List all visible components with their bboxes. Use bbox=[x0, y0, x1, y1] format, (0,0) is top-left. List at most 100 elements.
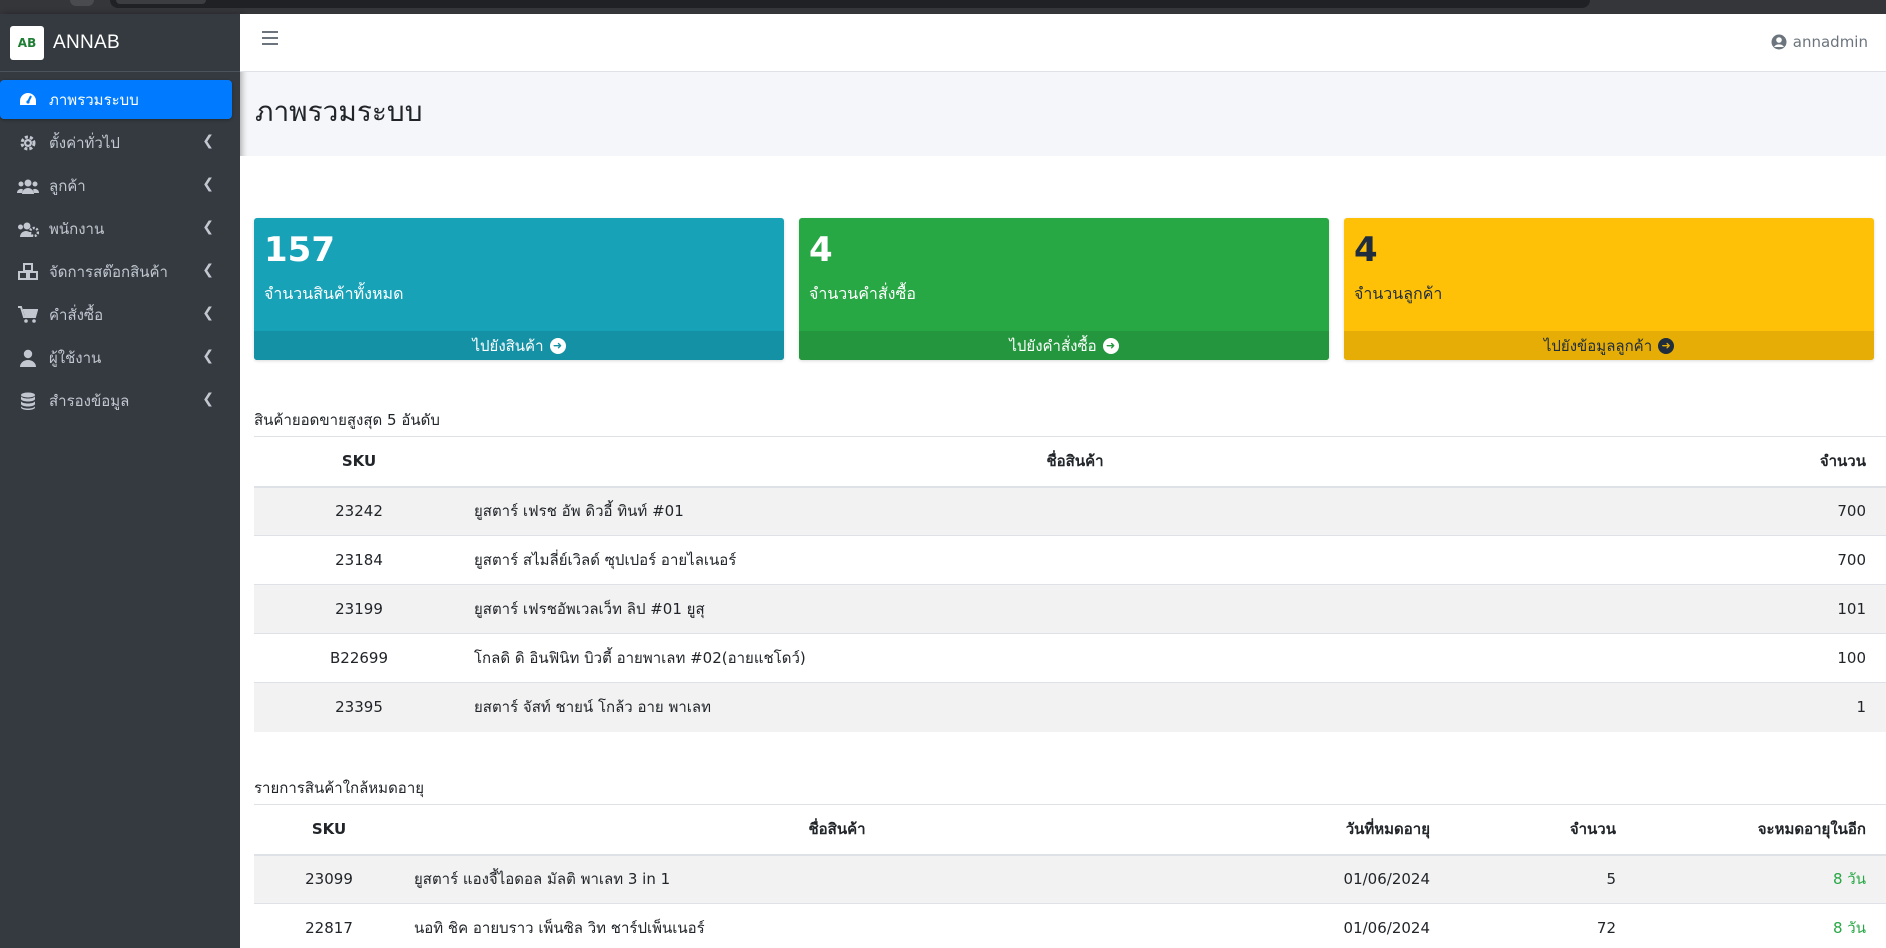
sidebar-item-dashboard[interactable]: ภาพรวมระบบ bbox=[0, 80, 232, 119]
dashboard-icon bbox=[16, 90, 40, 110]
table-row: 23199 ยูสตาร์ เฟรชอัพเวลเว็ท ลิป #01 ยูส… bbox=[254, 584, 1886, 634]
stat-box-orders: 4 จำนวนคำสั่งซื้อ ไปยังคำสั่งซื้อ ➜ bbox=[799, 218, 1329, 360]
table-header-row: SKU ชื่อสินค้า จำนวน bbox=[254, 436, 1886, 488]
sidebar-item-settings[interactable]: ตั้งค่าทั่วไป ❮ bbox=[0, 123, 232, 162]
page-title: ภาพรวมระบบ bbox=[255, 95, 423, 128]
column-header: จำนวน bbox=[1450, 804, 1636, 856]
cell-sku: 22817 bbox=[254, 903, 404, 948]
cell-qty: 700 bbox=[1686, 486, 1886, 536]
table-row: B22699 โกลดิ ดิ อินฟินิท บิวตี้ อายพาเลท… bbox=[254, 633, 1886, 683]
chevron-left-icon: ❮ bbox=[202, 305, 214, 321]
stat-link-products[interactable]: ไปยังสินค้า ➜ bbox=[254, 331, 784, 360]
browser-topbar bbox=[0, 0, 1886, 14]
top-sellers-title: สินค้ายอดขายสูงสุด 5 อันดับ bbox=[254, 411, 440, 429]
user-circle-icon bbox=[1771, 34, 1787, 50]
stat-value: 157 bbox=[264, 230, 335, 270]
cell-sku: 23099 bbox=[254, 854, 404, 904]
main-header: annadmin bbox=[240, 14, 1886, 72]
stat-label: จำนวนคำสั่งซื้อ bbox=[809, 284, 916, 303]
column-header: วันที่หมดอายุ bbox=[1270, 804, 1450, 856]
user-menu[interactable]: annadmin bbox=[1771, 33, 1868, 51]
stat-link-label: ไปยังคำสั่งซื้อ bbox=[1009, 336, 1097, 355]
sidebar-item-orders[interactable]: คำสั่งซื้อ ❮ bbox=[0, 295, 232, 334]
cell-sku: 23199 bbox=[254, 584, 464, 634]
brand-link[interactable]: AB ANNAB bbox=[0, 14, 240, 72]
stat-value: 4 bbox=[809, 230, 833, 270]
cell-remaining: 8 วัน bbox=[1636, 903, 1886, 948]
cubes-icon bbox=[16, 262, 40, 282]
sidebar-nav: ภาพรวมระบบ ตั้งค่าทั่วไป ❮ ลูกค้า ❮ พนัก… bbox=[0, 72, 240, 420]
users-icon bbox=[16, 176, 40, 196]
cell-date: 01/06/2024 bbox=[1270, 854, 1450, 904]
cell-name: ยูสตาร์ แองจี้ไอดอล มัลติ พาเลท 3 in 1 bbox=[404, 854, 1270, 904]
column-header: ชื่อสินค้า bbox=[464, 436, 1686, 488]
cart-icon bbox=[16, 305, 40, 325]
stat-label: จำนวนลูกค้า bbox=[1354, 284, 1443, 303]
column-header: SKU bbox=[254, 804, 404, 856]
brand-name: ANNAB bbox=[53, 31, 120, 53]
database-icon bbox=[16, 391, 40, 411]
brand-logo: AB bbox=[10, 25, 44, 60]
chevron-left-icon: ❮ bbox=[202, 219, 214, 235]
column-header: จำนวน bbox=[1686, 436, 1886, 488]
table-row: 23184 ยูสตาร์ สไมลี่ย์เวิลด์ ซุปเปอร์ อา… bbox=[254, 535, 1886, 585]
stat-link-customers[interactable]: ไปยังข้อมูลลูกค้า ➜ bbox=[1344, 331, 1874, 360]
table-row: 22817 นอทิ ชิค อายบราว เพ็นซิล วิท ชาร์ป… bbox=[254, 903, 1886, 948]
sidebar-item-backup[interactable]: สำรองข้อมูล ❮ bbox=[0, 381, 232, 420]
stat-link-label: ไปยังข้อมูลลูกค้า bbox=[1543, 336, 1653, 355]
column-header: ชื่อสินค้า bbox=[404, 804, 1270, 856]
cell-sku: 23242 bbox=[254, 486, 464, 536]
expiring-title: รายการสินค้าใกล้หมดอายุ bbox=[254, 779, 425, 797]
cell-name: โกลดิ ดิ อินฟินิท บิวตี้ อายพาเลท #02(อา… bbox=[464, 633, 1686, 683]
hamburger-menu-icon[interactable] bbox=[262, 31, 278, 45]
cell-name: ยูสตาร์ เฟรช อัพ ดิวอี้ ทินท์ #01 bbox=[464, 486, 1686, 536]
cell-date: 01/06/2024 bbox=[1270, 903, 1450, 948]
cell-qty: 100 bbox=[1686, 633, 1886, 683]
arrow-circle-right-icon: ➜ bbox=[1102, 337, 1119, 354]
cell-sku: 23184 bbox=[254, 535, 464, 585]
cell-qty: 5 bbox=[1450, 854, 1636, 904]
sidebar: AB ANNAB ภาพรวมระบบ ตั้งค่าทั่วไป ❮ ลูกค… bbox=[0, 14, 240, 948]
username: annadmin bbox=[1792, 33, 1868, 51]
arrow-circle-right-icon: ➜ bbox=[549, 337, 566, 354]
user-icon bbox=[16, 348, 40, 368]
table-row: 23099 ยูสตาร์ แองจี้ไอดอล มัลติ พาเลท 3 … bbox=[254, 854, 1886, 904]
arrow-circle-right-icon: ➜ bbox=[1658, 337, 1675, 354]
sidebar-item-users[interactable]: ผู้ใช้งาน ❮ bbox=[0, 338, 232, 377]
cell-sku: B22699 bbox=[254, 633, 464, 683]
cell-qty: 700 bbox=[1686, 535, 1886, 585]
stat-link-label: ไปยังสินค้า bbox=[472, 336, 544, 355]
users-cog-icon bbox=[16, 219, 40, 239]
column-header: จะหมดอายุในอีก bbox=[1636, 804, 1886, 856]
stat-box-customers: 4 จำนวนลูกค้า ไปยังข้อมูลลูกค้า ➜ bbox=[1344, 218, 1874, 360]
chevron-left-icon: ❮ bbox=[202, 262, 214, 278]
sidebar-item-label: ภาพรวมระบบ bbox=[49, 90, 139, 109]
cell-name: นอทิ ชิค อายบราว เพ็นซิล วิท ชาร์ปเพ็นเน… bbox=[404, 903, 1270, 948]
sidebar-item-stock[interactable]: จัดการสต๊อกสินค้า ❮ bbox=[0, 252, 232, 291]
expiring-table: SKU ชื่อสินค้า วันที่หมดอายุ จำนวน จะหมด… bbox=[254, 804, 1886, 948]
cell-sku: 23395 bbox=[254, 682, 464, 732]
table-header-row: SKU ชื่อสินค้า วันที่หมดอายุ จำนวน จะหมด… bbox=[254, 804, 1886, 856]
gear-icon bbox=[16, 133, 40, 153]
chevron-left-icon: ❮ bbox=[202, 391, 214, 407]
browser-tab bbox=[116, 0, 206, 4]
cell-name: ยูสตาร์ สไมลี่ย์เวิลด์ ซุปเปอร์ อายไลเนอ… bbox=[464, 535, 1686, 585]
sidebar-item-employees[interactable]: พนักงาน ❮ bbox=[0, 209, 232, 248]
main-content: 157 จำนวนสินค้าทั้งหมด ไปยังสินค้า ➜ 4 จ… bbox=[240, 156, 1886, 948]
cell-remaining: 8 วัน bbox=[1636, 854, 1886, 904]
stat-label: จำนวนสินค้าทั้งหมด bbox=[264, 284, 404, 303]
stat-value: 4 bbox=[1354, 230, 1378, 270]
browser-control bbox=[70, 0, 94, 6]
cell-name: ยสตาร์ จัสท์ ชายน์ โกล้ว อาย พาเลท bbox=[464, 682, 1686, 732]
top-sellers-table: SKU ชื่อสินค้า จำนวน 23242 ยูสตาร์ เฟรช … bbox=[254, 436, 1886, 732]
table-row: 23242 ยูสตาร์ เฟรช อัพ ดิวอี้ ทินท์ #01 … bbox=[254, 486, 1886, 536]
stat-link-orders[interactable]: ไปยังคำสั่งซื้อ ➜ bbox=[799, 331, 1329, 360]
column-header: SKU bbox=[254, 436, 464, 488]
table-row: 23395 ยสตาร์ จัสท์ ชายน์ โกล้ว อาย พาเลท… bbox=[254, 682, 1886, 732]
sidebar-item-customers[interactable]: ลูกค้า ❮ bbox=[0, 166, 232, 205]
content-header: ภาพรวมระบบ bbox=[240, 72, 1886, 156]
stat-boxes: 157 จำนวนสินค้าทั้งหมด ไปยังสินค้า ➜ 4 จ… bbox=[254, 218, 1874, 360]
chevron-left-icon: ❮ bbox=[202, 176, 214, 192]
stat-box-products: 157 จำนวนสินค้าทั้งหมด ไปยังสินค้า ➜ bbox=[254, 218, 784, 360]
cell-name: ยูสตาร์ เฟรชอัพเวลเว็ท ลิป #01 ยูสุ bbox=[464, 584, 1686, 634]
